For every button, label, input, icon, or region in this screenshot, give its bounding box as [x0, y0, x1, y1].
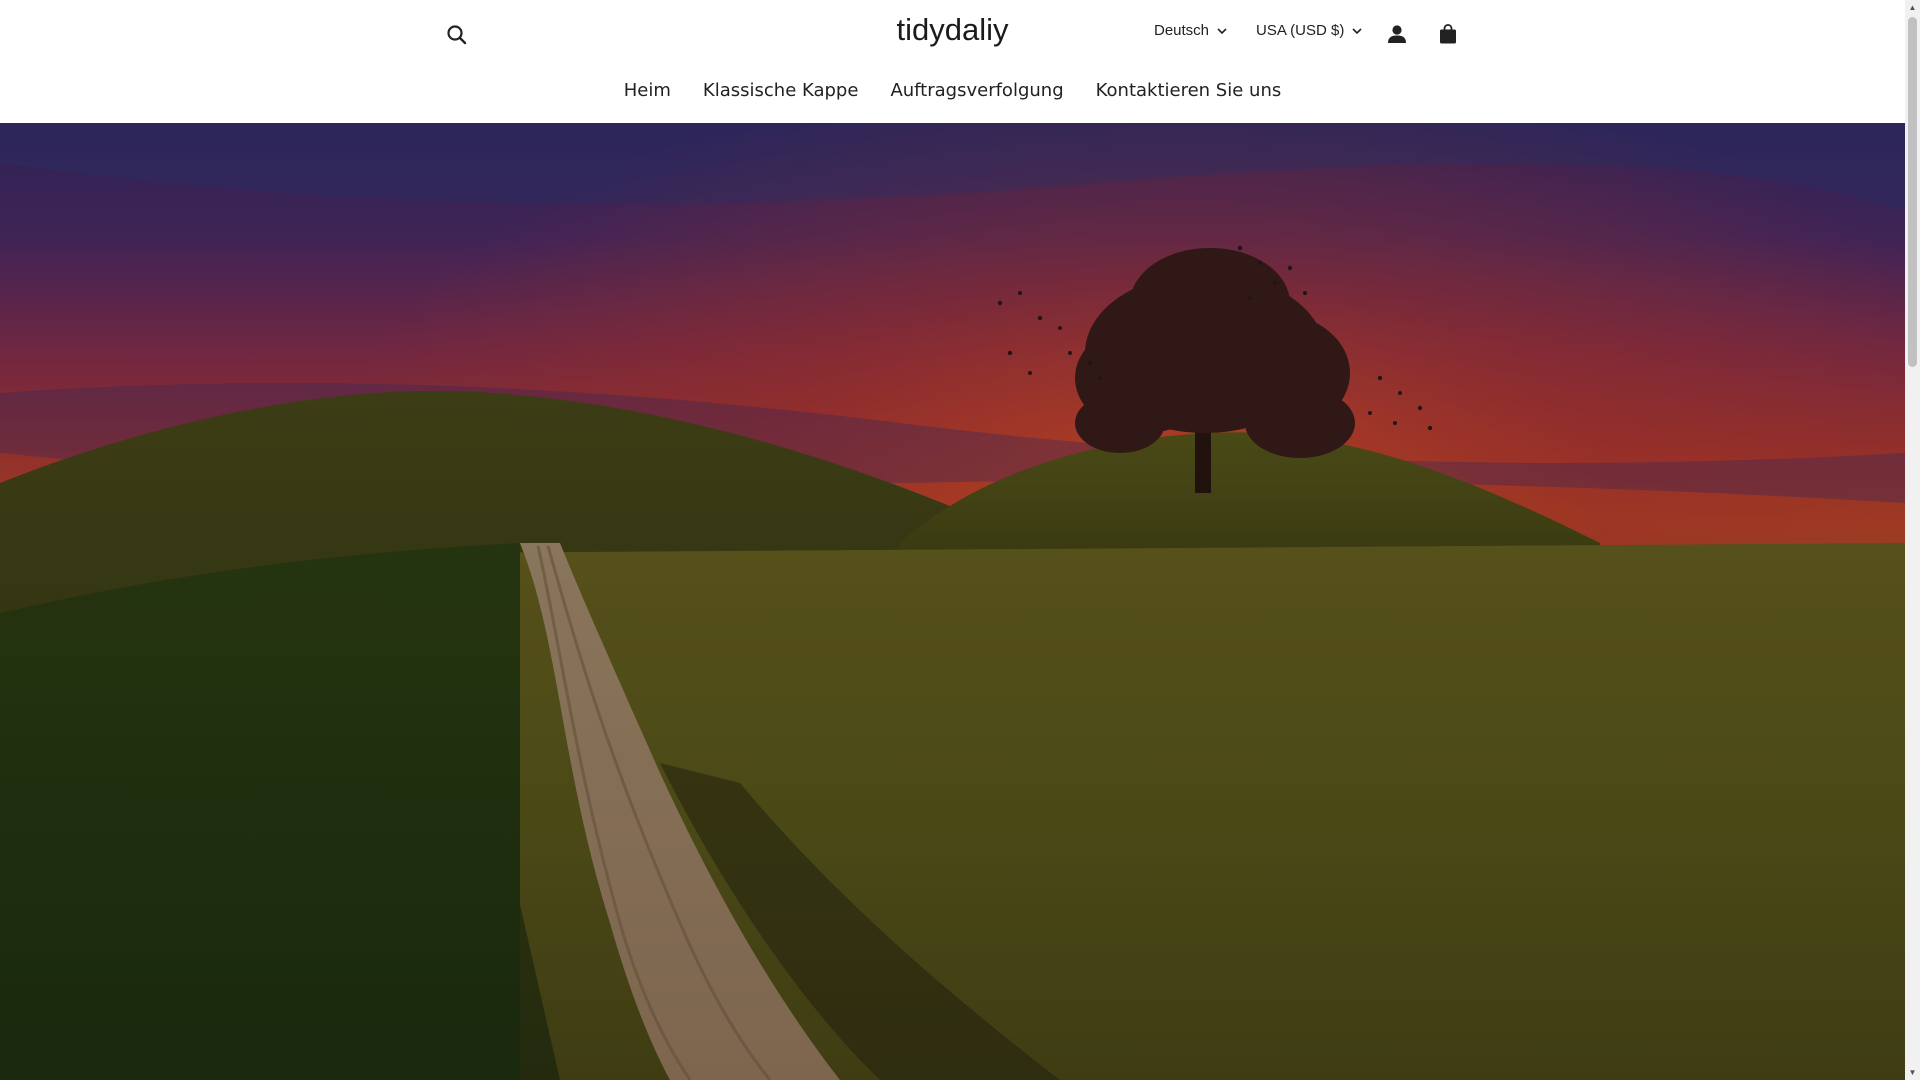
currency-selector[interactable]: USA (USD $) [1256, 22, 1362, 39]
scroll-thumb[interactable] [1908, 17, 1917, 367]
scrollbar[interactable]: ▲ ▼ [1905, 0, 1920, 1080]
language-label: Deutsch [1154, 22, 1210, 39]
language-selector[interactable]: Deutsch [1154, 22, 1227, 39]
scroll-down-arrow[interactable]: ▼ [1905, 1065, 1920, 1080]
main-navigation: Heim Klassische Kappe Auftragsverfolgung… [0, 80, 1905, 101]
nav-item-auftragsverfolgung[interactable]: Auftragsverfolgung [890, 80, 1063, 101]
hero-landscape-image [0, 123, 1905, 1080]
chevron-down-icon [1217, 27, 1227, 34]
cart-button[interactable] [1432, 18, 1464, 50]
store-logo: tidydaliy [0, 12, 1905, 48]
nav-item-kontakt[interactable]: Kontaktieren Sie uns [1096, 80, 1282, 101]
store-name-link[interactable]: tidydaliy [897, 12, 1009, 47]
site-header: tidydaliy Deutsch USA (USD $) Heim Klass… [0, 0, 1905, 122]
chevron-down-icon [1352, 27, 1362, 34]
currency-label: USA (USD $) [1256, 22, 1345, 39]
hero-banner[interactable] [0, 123, 1905, 1080]
shopping-bag-icon [1440, 24, 1456, 44]
nav-item-klassische-kappe[interactable]: Klassische Kappe [703, 80, 859, 101]
user-icon [1388, 25, 1406, 43]
nav-item-heim[interactable]: Heim [624, 80, 671, 101]
scroll-up-arrow[interactable]: ▲ [1905, 0, 1920, 15]
account-button[interactable] [1381, 18, 1413, 50]
